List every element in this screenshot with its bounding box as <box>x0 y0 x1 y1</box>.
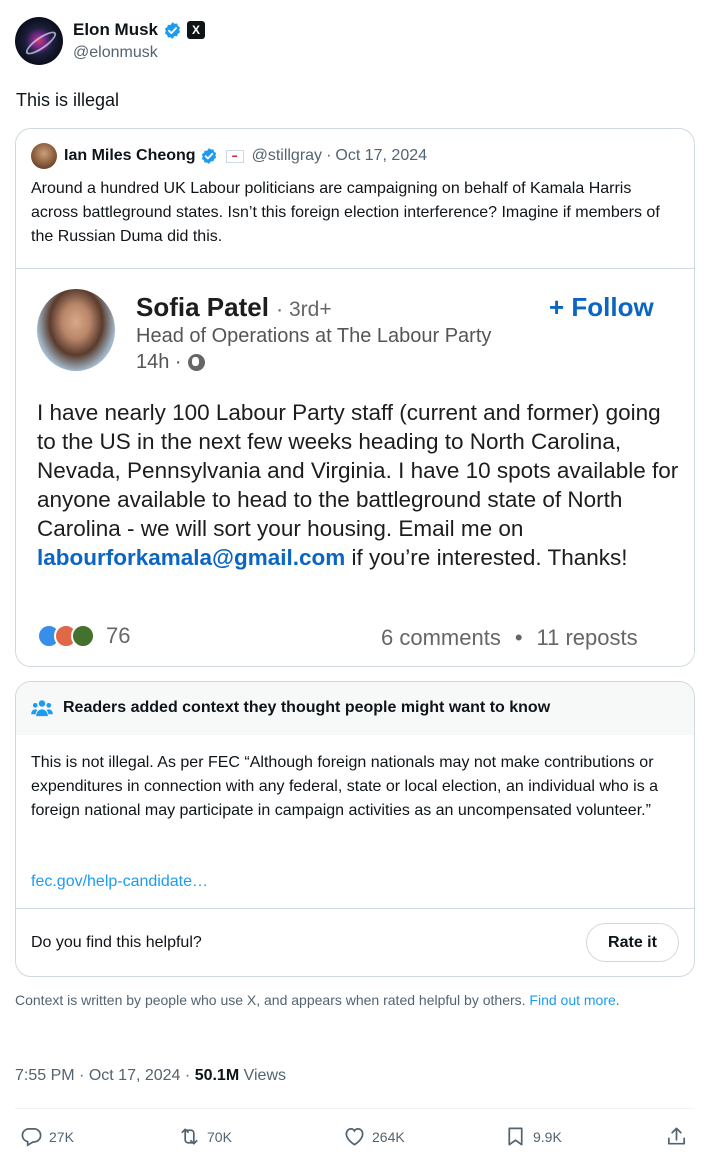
quoted-tweet[interactable]: Ian Miles Cheong ▬ @stillgray · Oct 17, … <box>15 128 695 667</box>
note-source-link[interactable]: fec.gov/help-candidate… <box>31 870 208 894</box>
linkedin-post-body: I have nearly 100 Labour Party staff (cu… <box>37 398 685 572</box>
linkedin-headline: Head of Operations at The Labour Party <box>136 325 492 347</box>
reply-icon <box>21 1127 42 1147</box>
author-name-row[interactable]: Elon Musk X <box>73 19 206 41</box>
linkedin-reactions: 76 <box>37 623 130 649</box>
linkedin-engagement: 6 comments • 11 reposts <box>381 625 638 651</box>
share-icon <box>667 1127 686 1145</box>
bookmark-icon <box>508 1127 523 1146</box>
bookmark-count: 9.9K <box>533 1128 562 1145</box>
quoted-author-handle[interactable]: @stillgray <box>252 146 322 166</box>
quoted-date[interactable]: Oct 17, 2024 <box>335 146 427 166</box>
quoted-author-name[interactable]: Ian Miles Cheong <box>64 146 196 166</box>
reposts-count: 11 reposts <box>536 625 638 650</box>
linkedin-body-end: if you’re interested. Thanks! <box>345 545 628 570</box>
engagement-dot: • <box>514 625 523 650</box>
reply-button[interactable]: 27K <box>20 1125 74 1148</box>
quoted-author-avatar[interactable] <box>31 143 57 169</box>
tweet-date[interactable]: Oct 17, 2024 <box>89 1067 181 1084</box>
meta-separator: · <box>326 147 332 164</box>
repost-count: 70K <box>207 1128 232 1145</box>
views-label: Views <box>243 1067 286 1084</box>
rate-it-button[interactable]: Rate it <box>586 923 679 962</box>
linkedin-email: labourforkamala@gmail.com <box>37 545 346 570</box>
bookmark-button[interactable]: 9.9K <box>504 1125 562 1148</box>
reaction-icons <box>37 624 95 648</box>
reply-count: 27K <box>49 1128 74 1145</box>
linkedin-time: 14h · <box>136 351 182 373</box>
tweet-text: This is illegal <box>16 90 120 110</box>
verified-badge-icon <box>164 21 181 39</box>
note-footer-period: . <box>615 992 620 1008</box>
people-icon <box>31 700 53 717</box>
repost-button[interactable]: 70K <box>178 1125 232 1148</box>
note-footer: Context is written by people who use X, … <box>15 990 680 1010</box>
tweet-time[interactable]: 7:55 PM <box>15 1067 75 1084</box>
meta-separator: · <box>79 1067 85 1084</box>
linkedin-body-text: I have nearly 100 Labour Party staff (cu… <box>37 400 679 541</box>
linkedin-degree: · 3rd+ <box>276 298 332 321</box>
like-button[interactable]: 264K <box>343 1125 405 1148</box>
support-reaction-icon <box>71 624 95 648</box>
note-footer-text: Context is written by people who use X, … <box>15 992 526 1008</box>
x-affiliate-icon: X <box>187 21 206 39</box>
note-divider <box>16 908 694 909</box>
linkedin-name-row: Sofia Patel · 3rd+ <box>136 291 332 326</box>
share-button[interactable] <box>665 1125 688 1148</box>
reactions-count: 76 <box>106 623 131 648</box>
find-out-more-link[interactable]: Find out more <box>529 992 615 1008</box>
like-count: 264K <box>372 1128 405 1145</box>
verified-badge-icon <box>201 148 216 164</box>
linkedin-post-time: 14h · <box>136 349 205 375</box>
action-bar: 27K 70K 264K 9.9K <box>15 1118 695 1156</box>
note-body: This is not illegal. As per FEC “Althoug… <box>31 754 659 819</box>
views-count: 50.1M <box>194 1067 240 1084</box>
comments-count: 6 comments <box>381 625 501 650</box>
repost-icon <box>181 1128 198 1145</box>
heart-icon <box>345 1127 364 1146</box>
linkedin-follow-label: + Follow <box>549 292 654 322</box>
community-note: Readers added context they thought peopl… <box>15 681 695 977</box>
note-title: Readers added context they thought peopl… <box>63 699 551 716</box>
linkedin-profile-photo <box>37 289 115 371</box>
actions-divider <box>15 1108 695 1109</box>
quoted-text: Around a hundred UK Labour politicians a… <box>31 180 660 245</box>
author-avatar[interactable] <box>15 17 63 65</box>
quoted-image[interactable]: Sofia Patel · 3rd+ + Follow Head of Oper… <box>16 268 694 666</box>
tweet-meta: 7:55 PM · Oct 17, 2024 · 50.1M Views <box>15 1064 286 1088</box>
author-name[interactable]: Elon Musk <box>73 19 158 41</box>
author-handle[interactable]: @elonmusk <box>73 43 158 63</box>
globe-icon <box>187 353 205 371</box>
affiliation-badge-icon: ▬ <box>225 149 244 163</box>
meta-separator: · <box>184 1067 191 1084</box>
note-header: Readers added context they thought peopl… <box>16 682 694 735</box>
linkedin-name: Sofia Patel <box>136 292 269 322</box>
quoted-header: Ian Miles Cheong ▬ @stillgray · Oct 17, … <box>64 146 427 166</box>
helpful-question: Do you find this helpful? <box>31 934 202 951</box>
